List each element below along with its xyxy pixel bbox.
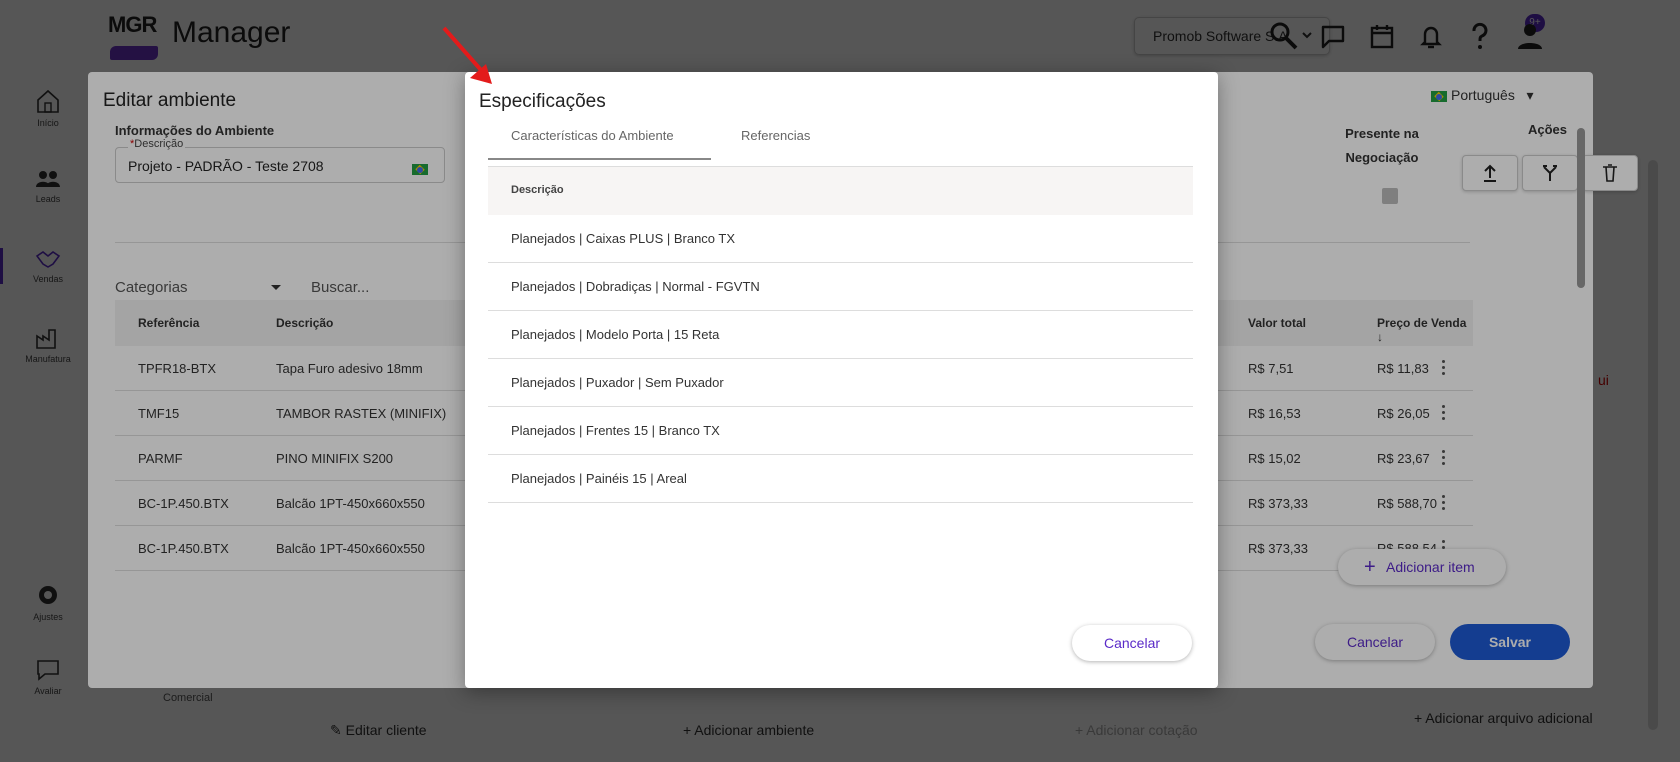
annotation-arrow-icon xyxy=(442,26,492,84)
list-item[interactable]: Planejados | Frentes 15 | Branco TX xyxy=(488,407,1193,455)
spec-table-header: Descrição xyxy=(488,167,1193,215)
list-item[interactable]: Planejados | Modelo Porta | 15 Reta xyxy=(488,311,1193,359)
tab-caracteristicas[interactable]: Características do Ambiente xyxy=(488,128,711,160)
list-item[interactable]: Planejados | Puxador | Sem Puxador xyxy=(488,359,1193,407)
cancel-button[interactable]: Cancelar xyxy=(1072,625,1192,661)
specifications-modal: Especificações Características do Ambien… xyxy=(465,72,1218,688)
spec-item-label: Planejados | Painéis 15 | Areal xyxy=(511,471,687,486)
spec-item-label: Planejados | Puxador | Sem Puxador xyxy=(511,375,724,390)
column-description: Descrição xyxy=(511,184,564,196)
spec-item-label: Planejados | Caixas PLUS | Branco TX xyxy=(511,231,736,246)
list-item[interactable]: Planejados | Caixas PLUS | Branco TX xyxy=(488,215,1193,263)
spec-item-label: Planejados | Modelo Porta | 15 Reta xyxy=(511,327,720,342)
list-item[interactable]: Planejados | Painéis 15 | Areal xyxy=(488,455,1193,503)
modal-title: Especificações xyxy=(479,91,606,112)
spec-item-label: Planejados | Frentes 15 | Branco TX xyxy=(511,423,720,438)
tab-referencias[interactable]: Referencias xyxy=(741,128,810,160)
spec-item-label: Planejados | Dobradiças | Normal - FGVTN xyxy=(511,279,760,294)
list-item[interactable]: Planejados | Dobradiças | Normal - FGVTN xyxy=(488,263,1193,311)
